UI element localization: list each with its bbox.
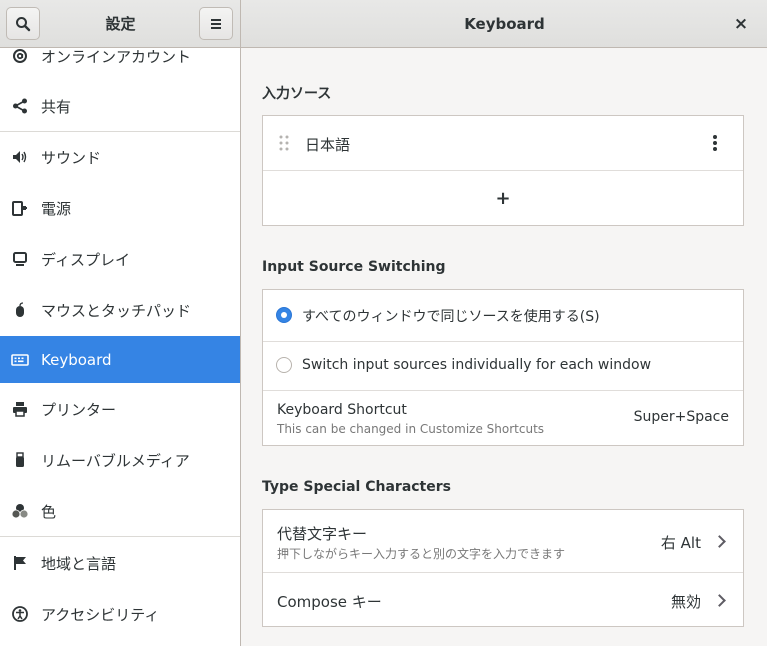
input-source-switching-title: Input Source Switching <box>262 259 446 275</box>
close-button[interactable]: × <box>727 10 755 38</box>
sidebar-item-sound[interactable]: サウンド <box>0 132 240 182</box>
sidebar-item-label: 色 <box>41 502 57 521</box>
individual-source-radio[interactable] <box>276 357 292 373</box>
alternate-characters-key-hint: 押下しながらキー入力すると別の文字を入力できます <box>277 547 566 561</box>
compose-key-value: 無効 <box>670 593 701 611</box>
sidebar-item-mouse[interactable]: マウスとタッチパッド <box>0 285 240 335</box>
add-icon: + <box>495 187 511 209</box>
input-sources-title: 入力ソース <box>262 86 332 102</box>
special-characters-title: Type Special Characters <box>262 479 451 495</box>
special-characters-list: 代替文字キー 押下しながらキー入力すると別の文字を入力できます 右 Alt Co… <box>262 509 744 627</box>
header-bar: 設定 Keyboard × <box>0 0 767 48</box>
sidebar-item-sharing[interactable]: 共有 <box>0 81 240 131</box>
sidebar: オンラインアカウント 共有 サウンド 電源 ディスプレイ マウスとタッチパッド <box>0 48 241 646</box>
compose-key-label: Compose キー <box>277 593 382 611</box>
alternate-characters-key-row[interactable]: 代替文字キー 押下しながらキー入力すると別の文字を入力できます 右 Alt <box>263 510 743 572</box>
speaker-icon <box>11 148 29 166</box>
search-button[interactable] <box>6 7 40 40</box>
chevron-right-icon <box>713 535 726 548</box>
input-source-switching-list: すべてのウィンドウで同じソースを使用する(S) Switch input sou… <box>262 289 744 446</box>
sidebar-item-label: アクセシビリティ <box>41 605 160 624</box>
close-icon: × <box>733 14 749 34</box>
keyboard-shortcut-hint: This can be changed in Customize Shortcu… <box>277 422 545 436</box>
sidebar-item-online-accounts[interactable]: オンラインアカウント <box>0 48 240 81</box>
sidebar-item-keyboard[interactable]: Keyboard <box>0 336 240 383</box>
sidebar-item-display[interactable]: ディスプレイ <box>0 234 240 284</box>
individual-source-label: Switch input sources individually for ea… <box>302 357 652 373</box>
keyboard-shortcut-label: Keyboard Shortcut <box>277 402 407 418</box>
sidebar-item-label: リムーバブルメディア <box>41 451 190 470</box>
keyboard-panel: 入力ソース 日本語 + Input Source Switching すべてのウ… <box>242 49 767 646</box>
sidebar-item-label: サウンド <box>41 148 102 167</box>
printer-icon <box>11 400 29 418</box>
sidebar-separator <box>0 536 240 537</box>
sidebar-header: 設定 <box>0 0 241 48</box>
usb-icon <box>11 451 29 469</box>
accessibility-icon <box>11 605 29 623</box>
keyboard-icon <box>11 351 29 369</box>
sidebar-item-accessibility[interactable]: アクセシビリティ <box>0 589 240 639</box>
alternate-characters-key-label: 代替文字キー <box>277 525 368 543</box>
sidebar-item-label: 電源 <box>41 199 72 218</box>
input-source-name: 日本語 <box>305 136 351 154</box>
input-source-row[interactable]: 日本語 <box>263 116 743 170</box>
sidebar-item-label: 地域と言語 <box>41 554 117 573</box>
sidebar-item-label: オンラインアカウント <box>41 48 192 66</box>
same-source-label: すべてのウィンドウで同じソースを使用する(S) <box>302 309 600 325</box>
keyboard-shortcut-row[interactable]: Keyboard Shortcut This can be changed in… <box>263 391 743 445</box>
sidebar-item-removable-media[interactable]: リムーバブルメディア <box>0 435 240 485</box>
hamburger-icon <box>211 18 221 29</box>
chevron-right-icon <box>713 594 726 607</box>
add-input-source-button[interactable]: + <box>263 171 743 225</box>
menu-button[interactable] <box>199 7 233 40</box>
at-icon <box>11 48 29 65</box>
more-options-icon[interactable] <box>712 134 718 152</box>
sidebar-item-label: プリンター <box>41 400 117 419</box>
sidebar-item-region-language[interactable]: 地域と言語 <box>0 538 240 588</box>
settings-title: 設定 <box>105 15 136 33</box>
drag-handle-icon[interactable] <box>279 135 289 151</box>
input-sources-list: 日本語 + <box>262 115 744 226</box>
sidebar-item-color[interactable]: 色 <box>0 486 240 536</box>
display-icon <box>11 250 29 268</box>
search-icon <box>16 16 31 31</box>
flag-icon <box>11 554 29 572</box>
sidebar-item-label: マウスとタッチパッド <box>41 301 192 320</box>
sidebar-item-printers[interactable]: プリンター <box>0 384 240 434</box>
panel-title: Keyboard <box>464 15 545 33</box>
color-icon <box>11 502 29 520</box>
keyboard-shortcut-value: Super+Space <box>633 409 729 425</box>
individual-source-option[interactable]: Switch input sources individually for ea… <box>263 342 743 390</box>
mouse-icon <box>11 301 29 319</box>
alternate-characters-key-value: 右 Alt <box>660 534 701 552</box>
sidebar-item-power[interactable]: 電源 <box>0 183 240 233</box>
power-icon <box>11 199 29 217</box>
sidebar-item-label: Keyboard <box>41 350 112 369</box>
sidebar-item-label: 共有 <box>41 97 72 116</box>
same-source-radio[interactable] <box>276 307 292 323</box>
share-icon <box>11 97 29 115</box>
compose-key-row[interactable]: Compose キー 無効 <box>263 573 743 627</box>
same-source-option[interactable]: すべてのウィンドウで同じソースを使用する(S) <box>263 290 743 341</box>
sidebar-item-label: ディスプレイ <box>41 250 130 269</box>
